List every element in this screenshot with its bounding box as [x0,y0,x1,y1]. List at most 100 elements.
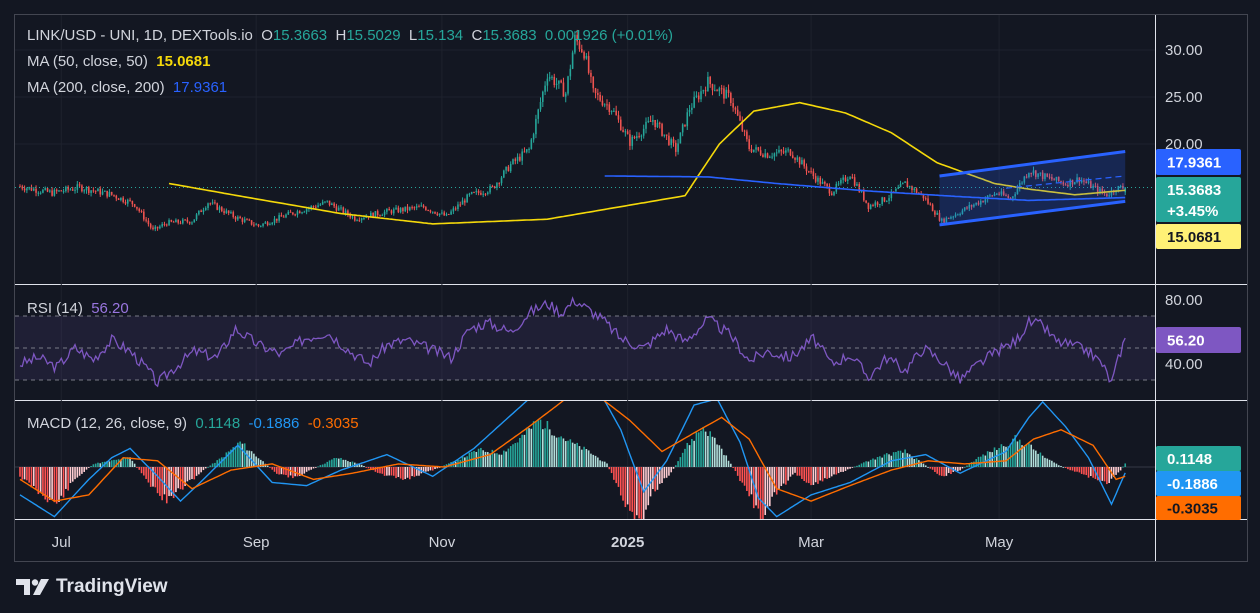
macd-hist-bar [555,437,558,467]
chart-frame[interactable]: Jul Sep Nov 2025 Mar May 30.00 25.00 20.00 80.00 4… [14,14,1248,562]
candle-body [131,200,134,205]
macd-hist-bar [512,444,514,467]
candle-body [259,225,262,227]
candle-body [555,83,558,86]
candle-body [842,177,844,180]
candle-body [317,205,319,208]
price-badge[interactable]: 15.3683 +3.45% [1156,177,1241,222]
candle-body [535,118,537,135]
ma50-badge[interactable]: 15.0681 [1156,224,1241,249]
macd-hist-bar [388,467,390,476]
candle-body [507,166,510,172]
macd-hist-bar [386,467,388,476]
candle-body [397,207,400,213]
rsi-badge-text: 56.20 [1167,333,1205,350]
macd-hist-bar [798,467,801,476]
macd-hist-bar [686,442,689,467]
candle-body [805,166,808,172]
macd-hist-bar [308,467,310,471]
macd-hist-bar [207,467,209,468]
macd-hist-bar [1030,444,1033,467]
rsi-badge[interactable]: 56.20 [1156,327,1241,353]
macd-hist-bar [60,467,63,496]
ma200-legend: MA (200, close, 200) 17.9361 [27,79,228,96]
candle-body [473,192,475,194]
macd-hist-bar [638,467,640,519]
macd-hist-bar [968,463,971,467]
signal-badge-text: -0.3035 [1167,501,1218,518]
tradingview-logo[interactable]: TradingView [16,576,168,598]
macd-hist-bar [1115,467,1117,475]
macd-hist-bar [691,439,693,467]
candle-body [431,211,434,213]
macd-hist-bar [830,467,833,477]
macd-hist-bar [585,449,588,467]
macd-hist-bar [567,440,569,467]
candle-body [42,189,44,193]
candle-body [851,177,854,179]
macd-hist-bar [335,457,338,467]
candle-body [340,207,342,209]
candle-body [771,156,773,158]
candle-body [104,190,106,192]
candle-body [461,200,464,205]
macd-hist-bar [1057,465,1060,467]
macd-hist-bar [551,435,553,467]
candle-body [356,220,358,222]
candle-body [759,150,762,155]
macd-hist-bar [301,467,303,476]
macd-hist-bar [404,467,407,480]
candle-body [881,197,883,205]
candle-body [865,200,867,203]
macd-hist-bar [425,467,427,472]
ma200-badge[interactable]: 17.9361 [1156,149,1241,175]
macd-hist-bar [69,467,72,484]
candle-body [713,90,716,92]
macd-hist-bar [775,467,778,495]
macd-hist-bar [803,467,806,482]
macd-hist-bar [732,467,734,468]
macd-hist-bar [124,457,127,467]
macd-hist-badge[interactable]: 0.1148 [1156,446,1241,471]
candle-body [399,208,402,213]
macd-hist-bar [537,420,540,467]
macd-hist-bar [200,467,202,473]
candle-body [631,136,634,146]
signal-badge[interactable]: -0.3035 [1156,496,1241,520]
candle-body [707,76,709,92]
macd-hist-bar [723,455,725,467]
macd-hist-bar [1028,443,1030,467]
macd-badge[interactable]: -0.1886 [1156,471,1241,496]
macd-hist-bar [615,467,617,484]
macd-hist-bar [1002,446,1005,467]
macd-hist-bar [626,467,629,505]
macd-hist-bar [214,462,216,467]
macd-hist-bar [395,467,397,479]
candle-body [519,156,521,161]
candle-body [915,188,918,194]
macd-hist-bar [62,467,65,498]
candle-body [415,206,418,208]
candle-body [521,151,523,161]
candle-body [108,191,111,197]
macd-hist-bar [869,459,872,467]
candle-body [110,191,113,195]
macd-hist-bar [193,467,196,480]
macd-hist-bar [67,467,69,491]
candle-body [764,153,767,158]
macd-hist-bar [94,463,97,467]
macd-hist-bar [833,467,835,475]
candle-body [200,210,202,213]
macd-hist-bar [959,467,961,471]
candle-body [411,207,413,209]
candle-body [837,183,840,185]
macd-hist-bar [159,467,161,496]
candle-body [782,151,785,153]
candle-body [709,76,711,85]
macd-hist-bar [209,465,212,467]
macd-hist-bar [665,467,668,478]
candle-body [413,207,416,209]
macd-hist-bar [271,467,274,470]
price-badge-pct: +3.45% [1167,203,1218,220]
candle-body [404,206,407,212]
